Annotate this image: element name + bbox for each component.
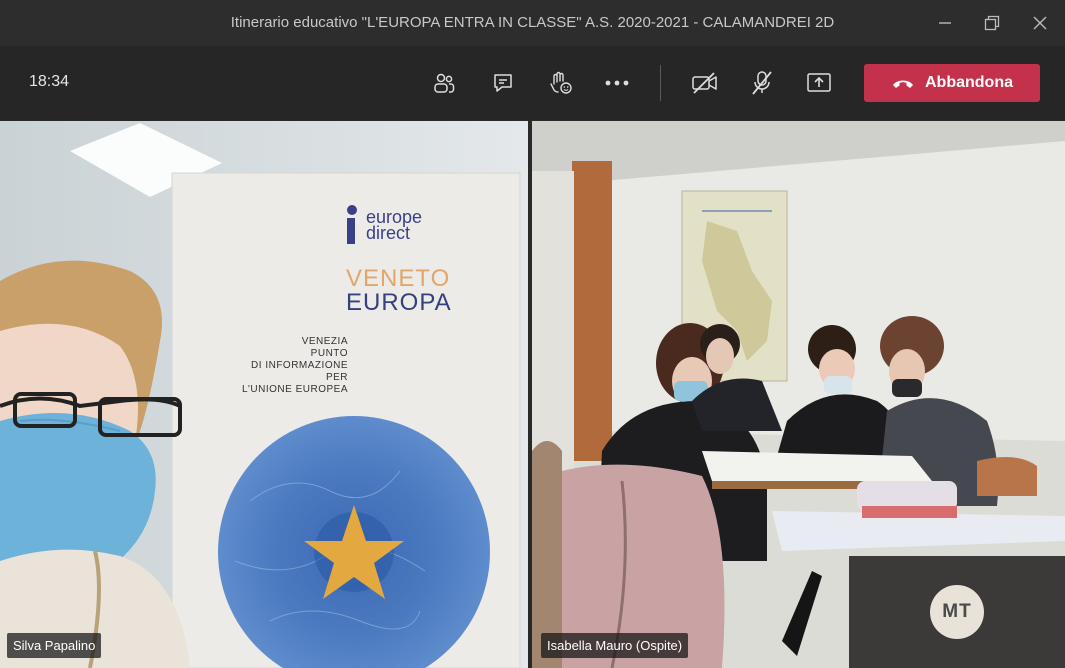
banner-info: VENEZIA PUNTO DI INFORMAZIONE PER L'UNIO… bbox=[236, 336, 348, 396]
minimize-icon bbox=[939, 22, 951, 24]
raise-hand-button[interactable] bbox=[543, 66, 577, 100]
restore-icon bbox=[984, 15, 1000, 31]
leave-button[interactable]: Abbandona bbox=[864, 64, 1040, 102]
raise-hand-icon bbox=[550, 71, 572, 94]
chat-icon bbox=[494, 74, 512, 92]
more-icon bbox=[605, 80, 629, 86]
participant-name-tag: Isabella Mauro (Ospite) bbox=[541, 633, 689, 658]
banner-region-line1: VENETO bbox=[346, 265, 451, 292]
meeting-toolbar: 18:34 Abbandona bbox=[0, 46, 1065, 120]
banner-region-line2: EUROPA bbox=[346, 289, 452, 316]
banner-brand-line2: direct bbox=[366, 223, 411, 243]
share-screen-icon bbox=[807, 73, 831, 92]
phone-icon bbox=[893, 80, 913, 88]
banner-info-line: VENEZIA bbox=[301, 336, 348, 347]
camera-toggle-button[interactable] bbox=[688, 66, 722, 100]
banner-info-line: PUNTO bbox=[310, 348, 348, 359]
video-tile-silva: europe direct VENETO EUROPA VENEZIA PUNT… bbox=[0, 121, 528, 668]
minimize-button[interactable] bbox=[932, 10, 958, 36]
share-screen-button[interactable] bbox=[802, 66, 836, 100]
toolbar-divider bbox=[660, 65, 661, 101]
title-bar: Itinerario educativo "L'EUROPA ENTRA IN … bbox=[0, 0, 1065, 46]
participant-name-tag: Silva Papalino bbox=[7, 633, 102, 658]
close-button[interactable] bbox=[1027, 10, 1053, 36]
camera-off-icon bbox=[692, 72, 717, 94]
window-title: Itinerario educativo "L'EUROPA ENTRA IN … bbox=[230, 14, 835, 31]
participants-button[interactable] bbox=[427, 66, 461, 100]
banner-info-line: DI INFORMAZIONE bbox=[251, 360, 348, 371]
more-options-button[interactable] bbox=[600, 66, 634, 100]
banner-info-line: PER bbox=[325, 372, 348, 383]
participants-icon bbox=[434, 73, 455, 93]
leave-button-label: Abbandona bbox=[925, 74, 1013, 91]
chat-button[interactable] bbox=[486, 66, 520, 100]
avatar: MT bbox=[930, 585, 984, 639]
banner-brand: europe direct bbox=[366, 208, 422, 243]
restore-button[interactable] bbox=[979, 10, 1005, 36]
mic-off-icon bbox=[752, 71, 772, 95]
banner-info-line: L'UNIONE EUROPEA bbox=[241, 384, 348, 395]
close-icon bbox=[1033, 16, 1047, 30]
meeting-clock: 18:34 bbox=[29, 73, 70, 90]
mic-toggle-button[interactable] bbox=[745, 66, 779, 100]
banner-region: VENETO EUROPA bbox=[346, 267, 452, 315]
